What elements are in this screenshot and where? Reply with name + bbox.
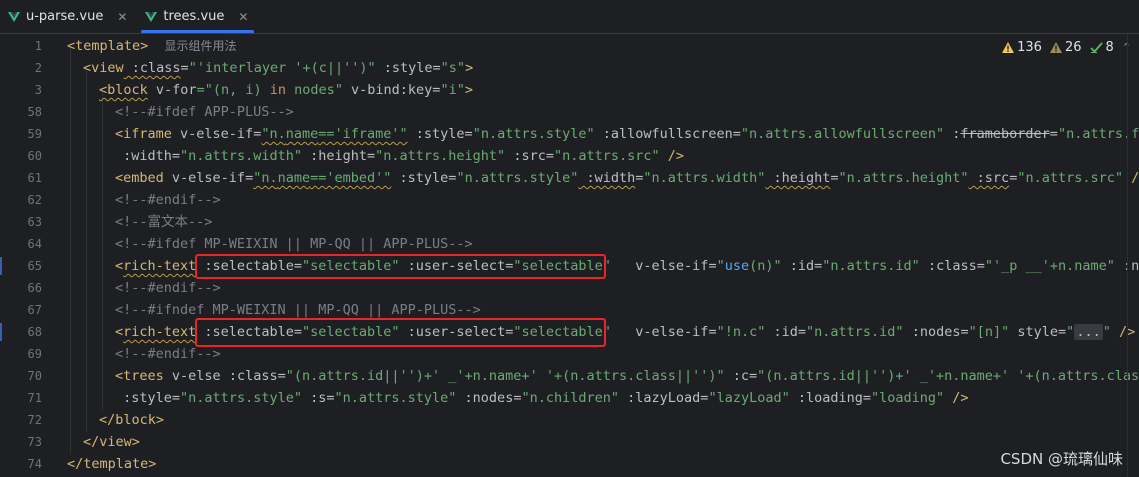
highlight-box-selectable-68 xyxy=(195,318,606,347)
code-line-3: <block v-for="(n, i) in nodes" v-bind:ke… xyxy=(99,82,473,98)
code-line-59: <iframe v-else-if="n.name=='iframe'" :st… xyxy=(115,126,1139,142)
tab-u-parse-vue[interactable]: u-parse.vue ✕ xyxy=(0,0,137,33)
code-line-71: :style="n.attrs.style" :s="n.attrs.style… xyxy=(115,390,969,406)
tab-label: trees.vue xyxy=(163,9,225,24)
vue-file-icon xyxy=(145,11,158,22)
tab-trees-vue[interactable]: trees.vue ✕ xyxy=(137,0,258,33)
line-number: 58 xyxy=(27,105,42,119)
line-number: 71 xyxy=(27,391,42,405)
line-number: 73 xyxy=(27,435,42,449)
code-line-66: <!--#endif--> xyxy=(115,280,221,296)
code-line-58: <!--#ifdef APP-PLUS--> xyxy=(115,104,294,120)
change-marker xyxy=(0,257,2,275)
line-number-gutter: 1 2 3 58 59 60 61 62 63 64 65 66 67 68 6… xyxy=(0,34,62,477)
line-number: 69 xyxy=(27,347,42,361)
line-number: 63 xyxy=(27,215,42,229)
indent-guide xyxy=(102,90,103,410)
line-number: 68 xyxy=(27,325,42,339)
code-line-63: <!--富文本--> xyxy=(115,214,213,230)
ok-count[interactable]: 8 xyxy=(1089,40,1114,55)
code-line-60: :width="n.attrs.width" :height="n.attrs.… xyxy=(115,148,685,164)
vue-file-icon xyxy=(8,11,20,22)
line-number: 60 xyxy=(27,149,42,163)
code-editor[interactable]: 1 2 3 58 59 60 61 62 63 64 65 66 67 68 6… xyxy=(0,34,1139,477)
line-number: 72 xyxy=(27,413,42,427)
weak-warnings-count-label: 26 xyxy=(1064,40,1082,55)
code-line-1: <template> 显示组件用法 xyxy=(67,35,237,57)
line-number: 64 xyxy=(27,237,42,251)
tab-label: u-parse.vue xyxy=(26,9,104,24)
change-marker xyxy=(0,323,2,341)
code-line-73: </view> xyxy=(83,434,140,450)
code-line-74: </template> xyxy=(67,456,157,472)
code-area[interactable]: <template> 显示组件用法 <view :class="'interla… xyxy=(62,34,1139,477)
line-number: 62 xyxy=(27,193,42,207)
code-line-70: <trees v-else :class="(n.attrs.id||'')+'… xyxy=(115,368,1139,384)
close-icon[interactable]: ✕ xyxy=(117,10,127,24)
check-icon xyxy=(1089,42,1103,53)
inspection-widget[interactable]: 136 26 8 ⌃ xyxy=(1002,40,1131,55)
indent-guide xyxy=(86,68,87,432)
weak-warning-icon xyxy=(1049,42,1062,53)
watermark: CSDN @琉璃仙味 xyxy=(1000,450,1123,468)
code-line-61: <embed v-else-if="n.name=='embed'" :styl… xyxy=(115,170,1139,186)
line-number: 1 xyxy=(34,39,42,53)
code-line-64: <!--#ifdef MP-WEIXIN || MP-QQ || APP-PLU… xyxy=(115,236,473,252)
warnings-count[interactable]: 136 xyxy=(1002,40,1042,55)
warning-icon xyxy=(1002,42,1015,53)
code-line-62: <!--#endif--> xyxy=(115,192,221,208)
line-number: 67 xyxy=(27,303,42,317)
line-number: 3 xyxy=(34,83,42,97)
indent-guide xyxy=(70,46,71,454)
vertical-scrollbar[interactable] xyxy=(1127,34,1128,477)
line-number: 66 xyxy=(27,281,42,295)
editor-tab-bar: u-parse.vue ✕ trees.vue ✕ xyxy=(0,0,1139,34)
warnings-count-label: 136 xyxy=(1017,40,1042,55)
code-line-72: </block> xyxy=(99,412,165,428)
highlight-box-selectable-65 xyxy=(195,254,606,279)
line-number: 59 xyxy=(27,127,42,141)
line-number: 65 xyxy=(27,259,42,273)
usage-inlay-hint[interactable]: 显示组件用法 xyxy=(165,39,237,53)
line-number: 2 xyxy=(34,61,42,75)
weak-warnings-count[interactable]: 26 xyxy=(1049,40,1082,55)
close-icon[interactable]: ✕ xyxy=(238,10,248,24)
folded-style-ellipsis[interactable]: ... xyxy=(1074,324,1103,340)
ok-count-label: 8 xyxy=(1105,40,1114,55)
line-number: 74 xyxy=(27,457,42,471)
code-line-2: <view :class="'interlayer '+(c||'')" :st… xyxy=(83,60,474,76)
template-tag: <template> xyxy=(67,38,149,54)
line-number: 70 xyxy=(27,369,42,383)
line-number: 61 xyxy=(27,171,42,185)
